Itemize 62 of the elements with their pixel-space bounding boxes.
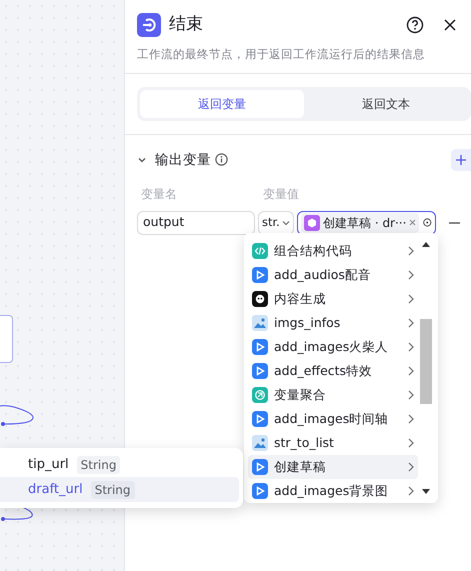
- play-icon: [252, 483, 268, 499]
- reference-field[interactable]: 创建草稿 · dr···: [297, 210, 436, 235]
- menu-item[interactable]: add_audios配音: [248, 263, 418, 287]
- exit-icon: [137, 12, 161, 37]
- menu-item[interactable]: 变量聚合: [248, 383, 418, 407]
- tab[interactable]: 返回文本: [304, 90, 468, 118]
- menu-item[interactable]: 创建草稿: [248, 455, 418, 479]
- connector-drawing: [0, 403, 36, 426]
- scrollbar-thumb[interactable]: [420, 319, 432, 404]
- panel-description: 工作流的最终节点，用于返回工作流运行后的结果信息: [125, 38, 471, 74]
- submenu-item[interactable]: draft_url String: [0, 477, 239, 502]
- menu-item[interactable]: add_images火柴人: [248, 335, 418, 359]
- menu-item[interactable]: add_effects特效: [248, 359, 418, 383]
- scroll-down-icon[interactable]: [422, 489, 430, 494]
- menu-item[interactable]: 内容生成: [248, 287, 418, 311]
- type-tag: String: [76, 456, 120, 474]
- plus-icon: [456, 154, 466, 165]
- chevron-icon: [408, 486, 414, 496]
- chevron-icon: [408, 390, 414, 400]
- name-field[interactable]: output: [137, 210, 255, 235]
- chevron-icon: [408, 462, 414, 472]
- caret-icon: [282, 220, 290, 226]
- chevron-icon: [408, 270, 414, 280]
- menu-item[interactable]: 组合结构代码: [248, 239, 418, 263]
- chevron-icon: [408, 438, 414, 448]
- play-icon: [252, 267, 268, 283]
- image-icon: [252, 435, 268, 451]
- chevron-icon: [408, 414, 414, 424]
- play-icon: [252, 363, 268, 379]
- submenu-item[interactable]: tip_url String: [0, 452, 239, 477]
- menu-item[interactable]: imgs_infos: [248, 311, 418, 335]
- chevron-icon: [408, 342, 414, 352]
- image-icon: [252, 315, 268, 331]
- type-tag: String: [90, 480, 135, 498]
- add-button[interactable]: [451, 148, 471, 171]
- info-icon: [215, 153, 228, 166]
- merge-icon: [252, 387, 268, 403]
- play-icon: [252, 459, 268, 475]
- connector-drawing: [0, 506, 36, 522]
- code-icon: [252, 243, 268, 259]
- chevron-icon: [408, 294, 414, 304]
- node-card[interactable]: [0, 315, 13, 363]
- section-title: 输出变量: [155, 150, 211, 170]
- chevron-icon: [408, 246, 414, 256]
- help-icon[interactable]: [406, 16, 424, 34]
- menu-item[interactable]: add_images时间轴: [248, 407, 418, 431]
- panel-title: 结束: [169, 13, 203, 36]
- chevron-icon: [408, 318, 414, 328]
- chevron-icon: [408, 366, 414, 376]
- cube-icon: [304, 214, 320, 231]
- play-icon: [252, 411, 268, 427]
- column-header: 变量名: [141, 186, 178, 203]
- column-header: 变量值: [263, 186, 299, 203]
- menu-item[interactable]: add_images背景图: [248, 479, 418, 503]
- reference-tag[interactable]: 创建草稿 · dr···: [301, 212, 420, 233]
- scroll-up-icon[interactable]: [422, 242, 430, 247]
- minus-icon[interactable]: [449, 222, 460, 224]
- close-icon[interactable]: [444, 18, 456, 31]
- play-icon: [252, 339, 268, 355]
- menu-item[interactable]: str_to_list: [248, 431, 418, 455]
- tab[interactable]: 返回变量: [140, 90, 304, 118]
- bot-icon: [252, 291, 268, 307]
